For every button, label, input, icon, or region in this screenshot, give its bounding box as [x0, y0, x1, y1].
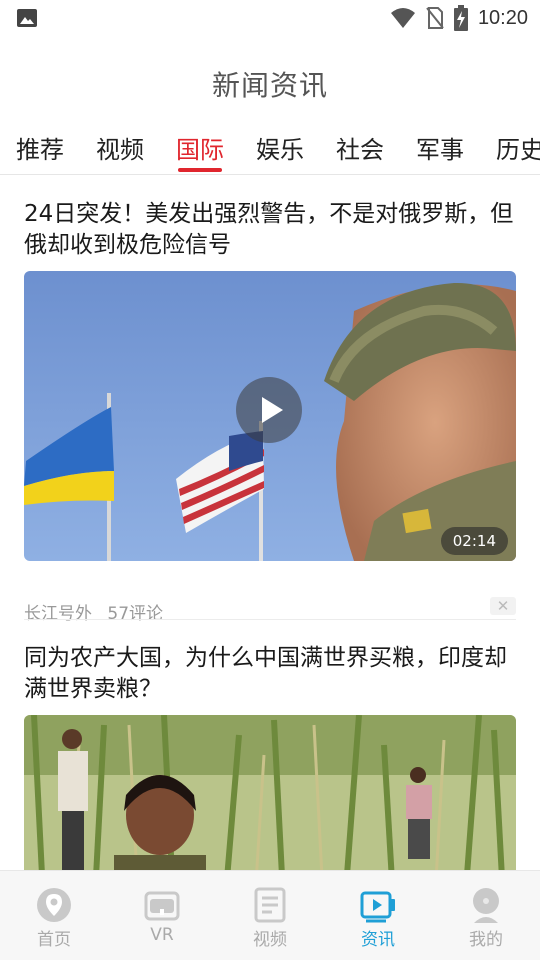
profile-icon — [473, 888, 499, 923]
status-time: 10:20 — [477, 6, 528, 29]
nav-vr[interactable]: VR — [108, 871, 216, 960]
nav-news[interactable]: 资讯 — [324, 871, 432, 960]
tab-society[interactable]: 社会 — [336, 130, 384, 165]
article-source: 长江号外 — [24, 604, 92, 624]
news-feed[interactable]: 24日突发！美发出强烈警告，不是对俄罗斯，但俄却收到极危险信号 02:14 长江… — [0, 175, 540, 870]
article-thumbnail[interactable] — [24, 715, 516, 870]
video-thumbnail[interactable]: 02:14 — [24, 271, 516, 561]
active-tab-indicator — [178, 168, 222, 172]
image-icon — [17, 9, 37, 27]
nav-profile-label: 我的 — [469, 930, 503, 950]
news-item[interactable]: 同为农产大国，为什么中国满世界买粮，印度却满世界卖粮？ — [24, 643, 516, 870]
nav-profile[interactable]: 我的 — [432, 871, 540, 960]
tab-video[interactable]: 视频 — [96, 130, 144, 165]
no-sim-icon — [426, 7, 444, 29]
wifi-icon — [390, 8, 415, 28]
item-divider — [24, 619, 516, 620]
tab-entertainment[interactable]: 娱乐 — [256, 130, 304, 165]
play-button[interactable] — [236, 377, 302, 443]
nav-home[interactable]: 首页 — [0, 871, 108, 960]
category-tabs: 推荐 视频 国际 娱乐 社会 军事 历史 — [0, 126, 540, 174]
nav-news-label: 资讯 — [361, 930, 395, 950]
page-title: 新闻资讯 — [211, 69, 328, 102]
document-icon — [254, 887, 286, 923]
bottom-navigation: 首页 VR 视频 资讯 我的 — [0, 870, 540, 960]
video-play-icon — [360, 891, 395, 923]
vr-headset-icon — [144, 891, 180, 921]
play-icon — [262, 397, 283, 423]
article-meta: 长江号外 57评论 — [24, 599, 173, 624]
tab-military[interactable]: 军事 — [416, 130, 464, 165]
tab-recommend[interactable]: 推荐 — [16, 130, 64, 165]
nav-video-label: 视频 — [253, 930, 287, 950]
comment-count: 57评论 — [107, 604, 164, 624]
nav-home-label: 首页 — [37, 930, 71, 950]
article-thumbnail-image — [24, 715, 516, 870]
location-pin-icon — [37, 888, 71, 922]
tab-history[interactable]: 历史 — [496, 130, 540, 165]
article-title[interactable]: 24日突发！美发出强烈警告，不是对俄罗斯，但俄却收到极危险信号 — [24, 199, 516, 261]
nav-video[interactable]: 视频 — [216, 871, 324, 960]
dismiss-button[interactable]: ✕ — [490, 597, 516, 615]
status-bar: 10:20 — [0, 0, 540, 36]
video-duration: 02:14 — [440, 527, 508, 555]
tab-international[interactable]: 国际 — [176, 130, 224, 165]
article-title[interactable]: 同为农产大国，为什么中国满世界买粮，印度却满世界卖粮？ — [24, 643, 516, 705]
news-item[interactable]: 24日突发！美发出强烈警告，不是对俄罗斯，但俄却收到极危险信号 02:14 长江… — [24, 199, 516, 624]
battery-charging-icon — [453, 5, 468, 31]
nav-vr-label: VR — [150, 925, 174, 945]
